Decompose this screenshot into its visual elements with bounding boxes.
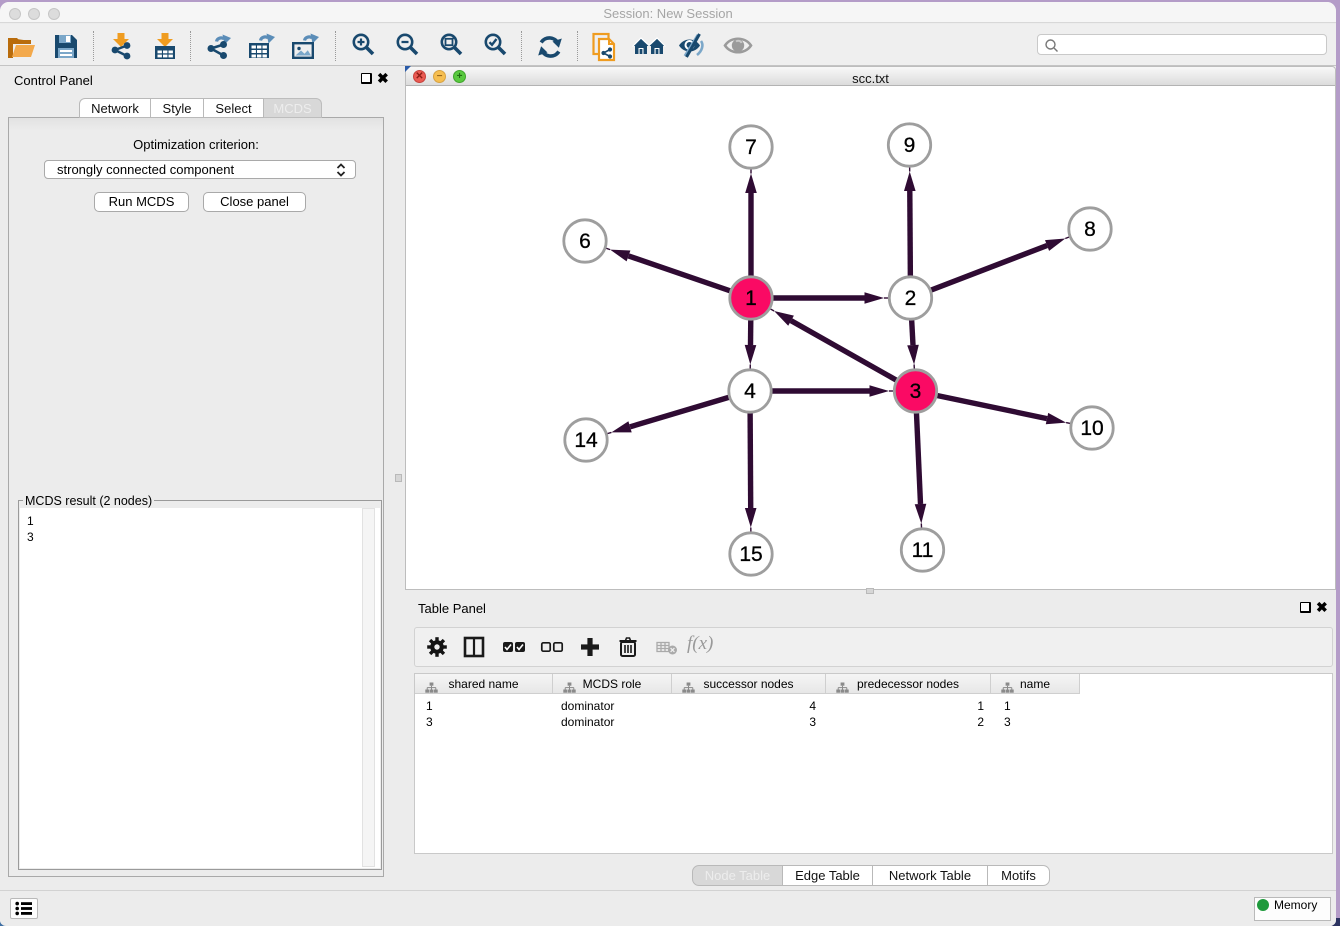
- svg-text:9: 9: [904, 134, 916, 157]
- svg-text:11: 11: [912, 539, 934, 562]
- svg-text:7: 7: [745, 136, 757, 159]
- svg-text:8: 8: [1084, 218, 1096, 241]
- svg-text:3: 3: [910, 380, 922, 403]
- svg-text:10: 10: [1080, 417, 1103, 440]
- svg-text:2: 2: [905, 287, 917, 310]
- svg-text:1: 1: [745, 287, 757, 310]
- svg-text:6: 6: [579, 230, 591, 253]
- svg-text:4: 4: [744, 380, 756, 403]
- svg-text:15: 15: [739, 543, 762, 566]
- svg-text:14: 14: [574, 429, 598, 452]
